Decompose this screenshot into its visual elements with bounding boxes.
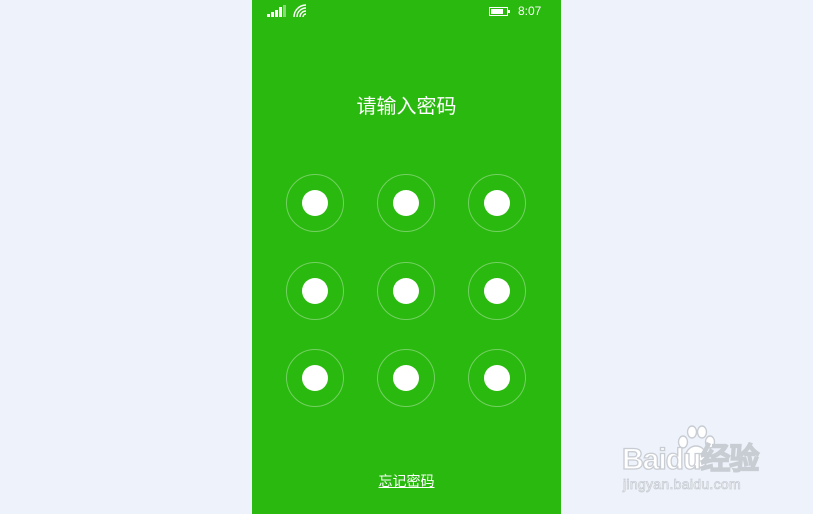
pattern-node[interactable]	[468, 174, 526, 232]
pattern-node[interactable]	[377, 174, 435, 232]
pattern-node[interactable]	[468, 349, 526, 407]
pattern-node-dot	[302, 365, 328, 391]
pattern-node[interactable]	[377, 262, 435, 320]
pattern-node-dot	[393, 278, 419, 304]
forgot-password-link[interactable]: 忘记密码	[252, 472, 561, 492]
watermark-url: jingyan.baidu.com	[623, 476, 741, 493]
pattern-node-dot	[393, 190, 419, 216]
pattern-node-dot	[393, 365, 419, 391]
phone-screen: 8:07 请输入密码 忘记密码	[252, 0, 561, 514]
pattern-node[interactable]	[468, 262, 526, 320]
pattern-node[interactable]	[286, 174, 344, 232]
pattern-node-dot	[484, 190, 510, 216]
pattern-node[interactable]	[286, 262, 344, 320]
pattern-node-dot	[302, 278, 328, 304]
pattern-lock-grid[interactable]	[252, 0, 561, 514]
watermark-logo-text: Baidu经验	[621, 443, 760, 476]
pattern-node[interactable]	[377, 349, 435, 407]
pattern-node-dot	[302, 190, 328, 216]
pattern-node-dot	[484, 278, 510, 304]
pattern-node[interactable]	[286, 349, 344, 407]
watermark: Baidu经验 jingyan.baidu.com	[621, 424, 772, 494]
page-background: 8:07 请输入密码 忘记密码 Baidu经验 jingyan.baidu.co…	[0, 0, 813, 514]
pattern-node-dot	[484, 365, 510, 391]
